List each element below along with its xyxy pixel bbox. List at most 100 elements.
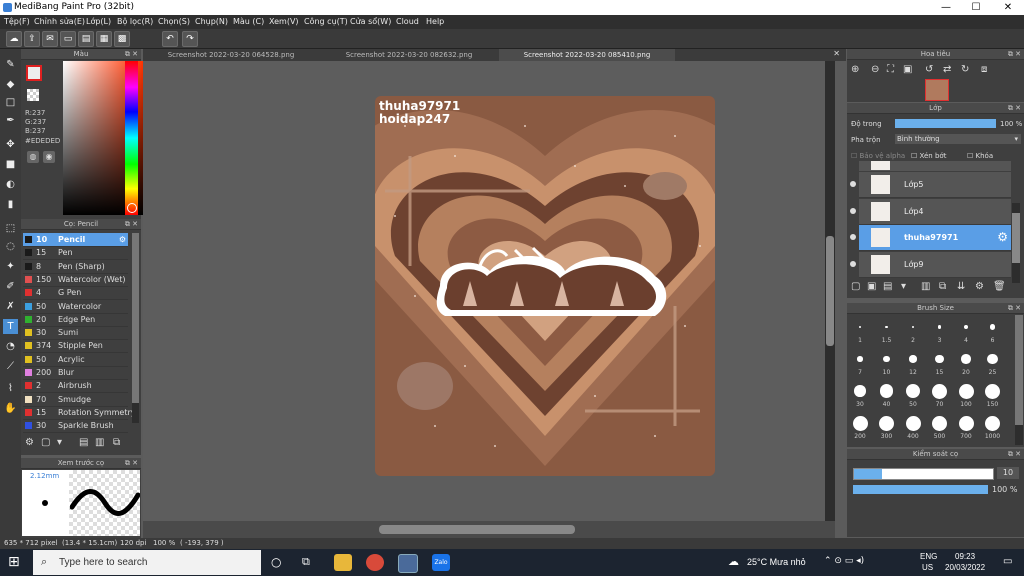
flip-icon[interactable]: ⇄ [943, 64, 951, 75]
bucket-tool-icon[interactable]: ◐ [3, 177, 18, 192]
brush-size-option[interactable] [858, 325, 862, 329]
background-color-swatch[interactable] [27, 89, 39, 101]
brush-size-option[interactable] [987, 353, 998, 365]
text-tool-icon[interactable]: T [3, 319, 18, 334]
weather-text[interactable]: 25°C Mưa nhỏ [747, 557, 806, 567]
menu-view[interactable]: Xem(V) [269, 17, 299, 26]
system-tray-icons[interactable]: ⌃ ⊙ ▭ ◂) [824, 556, 864, 566]
clock-date[interactable]: 20/03/2022 [945, 563, 985, 572]
brush-size-option[interactable] [961, 354, 971, 364]
brush-size-option[interactable] [909, 355, 917, 363]
brush-size-option[interactable] [857, 356, 863, 362]
brush-settings-icon[interactable]: ⚙ [25, 437, 34, 448]
canvas-horizontal-scrollbar[interactable] [143, 521, 835, 538]
panel-close-icon[interactable]: ⧉ ✕ [1008, 303, 1021, 313]
brush-size-option[interactable] [937, 325, 942, 329]
file-explorer-icon[interactable] [334, 554, 352, 571]
brush-size-option[interactable] [905, 383, 921, 399]
brush-list-scrollbar[interactable] [132, 233, 139, 423]
brush-item[interactable]: 15 Pen [23, 246, 128, 261]
brush-item[interactable]: 4 G Pen [23, 286, 128, 301]
brush-item[interactable]: 8 Pen (Sharp) [23, 260, 128, 274]
taskbar-search-box[interactable]: ⌕ Type here to search [33, 550, 261, 575]
chrome-icon[interactable] [366, 554, 384, 571]
panel-close-icon[interactable]: ⧉ ✕ [1008, 49, 1021, 59]
cloud-icon[interactable]: ☁ [6, 31, 22, 47]
brush-size-option[interactable] [879, 384, 894, 398]
brush-size-option[interactable] [911, 325, 915, 329]
brush-item[interactable]: 10 Pencil ⚙ [23, 233, 128, 247]
layer-row[interactable]: Lớp4 [850, 198, 1011, 225]
zoom-in-icon[interactable]: ⊕ [851, 64, 859, 75]
rectangle-tool-icon[interactable]: □ [3, 95, 18, 110]
brush-size-option[interactable] [989, 324, 996, 330]
layer-settings-icon[interactable]: ⚙ [975, 281, 984, 292]
tabs-close-icon[interactable]: ✕ [833, 49, 840, 58]
clock-time[interactable]: 09:23 [955, 552, 975, 561]
visibility-eye-icon[interactable] [850, 260, 856, 267]
keyboard-layout[interactable]: US [922, 563, 933, 572]
zalo-icon[interactable]: Zalo [432, 554, 450, 571]
protect-alpha-checkbox[interactable]: ☐ Bảo vệ alpha [851, 152, 905, 160]
menu-file[interactable]: Tệp(F) [4, 17, 30, 26]
panel-close-icon[interactable]: ⧉ ✕ [125, 219, 138, 229]
windows-start-icon[interactable]: ⊞ [8, 554, 24, 570]
cortana-icon[interactable]: ○ [271, 555, 281, 569]
fill-shape-tool-icon[interactable]: ■ [3, 157, 18, 172]
rotate-left-icon[interactable]: ↺ [925, 64, 933, 75]
monitor-icon[interactable]: ▭ [60, 31, 76, 47]
brush-size-option[interactable] [932, 383, 947, 399]
brush-tool-icon[interactable]: ✎ [3, 57, 18, 72]
menu-window[interactable]: Cửa sổ(W) [350, 17, 391, 26]
menu-snap[interactable]: Chụp(N) [195, 17, 228, 26]
tab-document-1[interactable]: Screenshot 2022-03-20 064528.png [143, 49, 319, 61]
brush-item[interactable]: 200 Blur [23, 366, 128, 380]
move-tool-icon[interactable]: ✥ [3, 137, 18, 152]
navigator-thumbnail[interactable] [925, 79, 949, 101]
brush-size-option[interactable] [879, 415, 894, 431]
panel-close-icon[interactable]: ⧉ ✕ [125, 458, 138, 468]
grid-icon[interactable]: ▩ [114, 31, 130, 47]
artwork-canvas[interactable]: thuha97971 hoidap247 [375, 96, 715, 476]
brush-size-value[interactable]: 10 [997, 467, 1019, 479]
brush-size-option[interactable] [932, 415, 947, 431]
menu-cloud[interactable]: Cloud [396, 17, 419, 26]
brush-menu-icon[interactable]: ▾ [57, 437, 62, 448]
layer-row[interactable]: Lớp5 [850, 172, 1011, 198]
lock-checkbox[interactable]: ☐ Khóa [967, 152, 993, 160]
menu-select[interactable]: Chọn(S) [158, 17, 190, 26]
brush-size-scrollbar[interactable] [1015, 315, 1023, 445]
layer-row-partial[interactable] [859, 161, 1011, 171]
brush-size-option[interactable] [883, 355, 890, 363]
panel-close-icon[interactable]: ⧉ ✕ [1008, 103, 1021, 113]
brush-size-option[interactable] [958, 383, 974, 399]
select-eraser-icon[interactable]: ✗ [3, 299, 18, 314]
add-layer-menu-icon[interactable]: ▾ [901, 281, 906, 292]
hue-handle[interactable] [127, 203, 137, 213]
reset-view-icon[interactable]: ⧈ [981, 64, 987, 75]
hand-tool-icon[interactable]: ✋ [3, 401, 18, 416]
brush-size-option[interactable] [905, 415, 921, 431]
panel-close-icon[interactable]: ⧉ ✕ [125, 49, 138, 59]
select-tool-icon[interactable]: ⬚ [3, 221, 18, 236]
layout-icon[interactable]: ▦ [96, 31, 112, 47]
brush-item[interactable]: 30 Sparkle Brush [23, 419, 128, 434]
comment-icon[interactable]: ✉ [42, 31, 58, 47]
zoom-out-icon[interactable]: ⊖ [871, 64, 879, 75]
brush-opacity-slider[interactable] [853, 485, 988, 494]
menu-tools[interactable]: Công cụ(T) [304, 17, 348, 26]
menu-layer[interactable]: Lớp(L) [86, 17, 111, 26]
brush-item[interactable]: 50 Acrylic [23, 353, 128, 367]
menu-color[interactable]: Màu (C) [233, 17, 264, 26]
task-view-icon[interactable]: ⧉ [302, 555, 310, 569]
layer-opacity-slider[interactable] [895, 119, 996, 128]
layer-row[interactable]: thuha97971 ⚙ [850, 225, 1011, 251]
blend-mode-select[interactable]: Bình thường ▾ [895, 134, 1021, 144]
balloon-tool-icon[interactable]: ◔ [3, 339, 18, 354]
brush-size-option[interactable] [935, 354, 944, 364]
canvas-vertical-scrollbar[interactable] [825, 61, 835, 521]
layer-row[interactable]: Lớp9 [850, 251, 1011, 278]
brush-size-option[interactable] [852, 415, 868, 431]
language-code[interactable]: ENG [920, 552, 937, 561]
canvas-area[interactable]: thuha97971 hoidap247 [143, 61, 835, 521]
